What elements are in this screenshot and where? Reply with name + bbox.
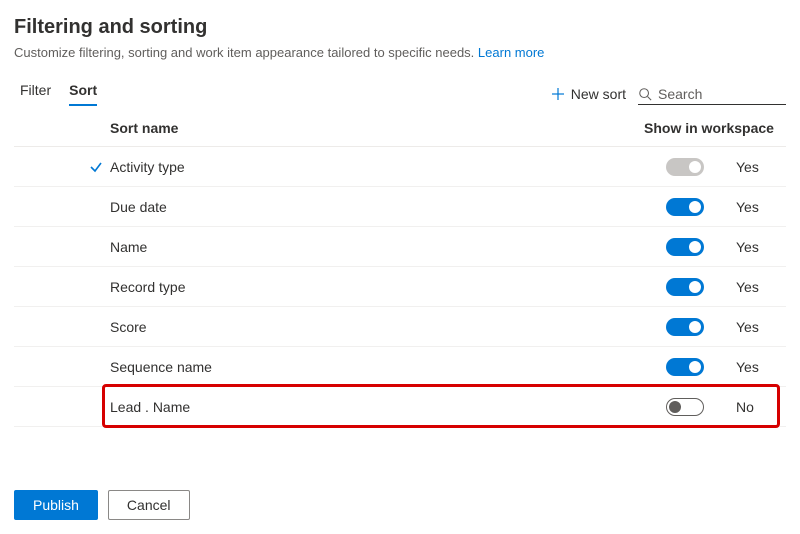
sort-table: Sort name Show in workspace Activity typ… [14, 120, 786, 427]
table-row[interactable]: Name Yes [14, 227, 786, 267]
show-in-workspace-toggle[interactable] [666, 398, 704, 416]
table-row[interactable]: Score Yes [14, 307, 786, 347]
toggle-label: No [736, 399, 774, 415]
table-row[interactable]: Lead . Name No [14, 387, 786, 427]
toggle-label: Yes [736, 159, 774, 175]
search-icon [638, 87, 652, 101]
toggle-label: Yes [736, 239, 774, 255]
table-row[interactable]: Sequence name Yes [14, 347, 786, 387]
new-sort-button[interactable]: New sort [551, 86, 626, 102]
new-sort-label: New sort [571, 86, 626, 102]
toolbar: Filter Sort New sort [14, 82, 786, 106]
search-box[interactable] [638, 84, 786, 105]
tab-filter[interactable]: Filter [20, 82, 51, 106]
show-in-workspace-toggle[interactable] [666, 278, 704, 296]
publish-button[interactable]: Publish [14, 490, 98, 520]
table-row[interactable]: Due date Yes [14, 187, 786, 227]
table-row[interactable]: Activity type Yes [14, 147, 786, 187]
show-in-workspace-toggle [666, 158, 704, 176]
row-name: Name [110, 239, 666, 255]
toggle-label: Yes [736, 359, 774, 375]
row-name: Lead . Name [110, 399, 666, 415]
column-header-show[interactable]: Show in workspace [644, 120, 774, 136]
check-icon [89, 160, 103, 174]
row-check-cell [86, 160, 106, 174]
plus-icon [551, 87, 565, 101]
row-name: Activity type [110, 159, 666, 175]
show-in-workspace-toggle[interactable] [666, 238, 704, 256]
show-in-workspace-toggle[interactable] [666, 358, 704, 376]
column-header-name[interactable]: Sort name [110, 120, 644, 136]
row-name: Sequence name [110, 359, 666, 375]
row-name: Record type [110, 279, 666, 295]
tab-sort[interactable]: Sort [69, 82, 97, 106]
tabs: Filter Sort [20, 82, 97, 106]
table-header: Sort name Show in workspace [14, 120, 786, 147]
row-toggle-cell [666, 398, 736, 416]
row-toggle-cell [666, 238, 736, 256]
cancel-button[interactable]: Cancel [108, 490, 190, 520]
show-in-workspace-toggle[interactable] [666, 198, 704, 216]
row-toggle-cell [666, 198, 736, 216]
search-input[interactable] [658, 86, 768, 102]
row-toggle-cell [666, 278, 736, 296]
page-title: Filtering and sorting [14, 16, 786, 39]
row-toggle-cell [666, 358, 736, 376]
row-toggle-cell [666, 158, 736, 176]
table-row[interactable]: Record type Yes [14, 267, 786, 307]
learn-more-link[interactable]: Learn more [478, 45, 544, 60]
row-name: Score [110, 319, 666, 335]
toggle-label: Yes [736, 319, 774, 335]
row-toggle-cell [666, 318, 736, 336]
subtitle-text: Customize filtering, sorting and work it… [14, 45, 474, 60]
toggle-label: Yes [736, 279, 774, 295]
footer-actions: Publish Cancel [14, 490, 190, 520]
show-in-workspace-toggle[interactable] [666, 318, 704, 336]
page-subtitle: Customize filtering, sorting and work it… [14, 45, 786, 60]
toggle-label: Yes [736, 199, 774, 215]
row-name: Due date [110, 199, 666, 215]
